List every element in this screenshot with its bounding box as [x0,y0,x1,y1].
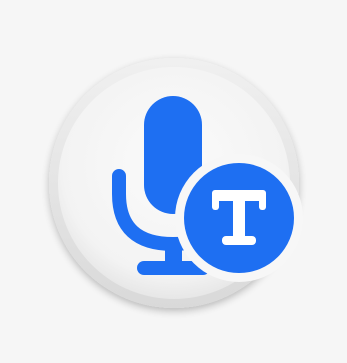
text-badge-icon [175,154,303,282]
voice-to-text-app-icon [49,58,303,308]
app-icon-canvas: T [0,0,347,363]
